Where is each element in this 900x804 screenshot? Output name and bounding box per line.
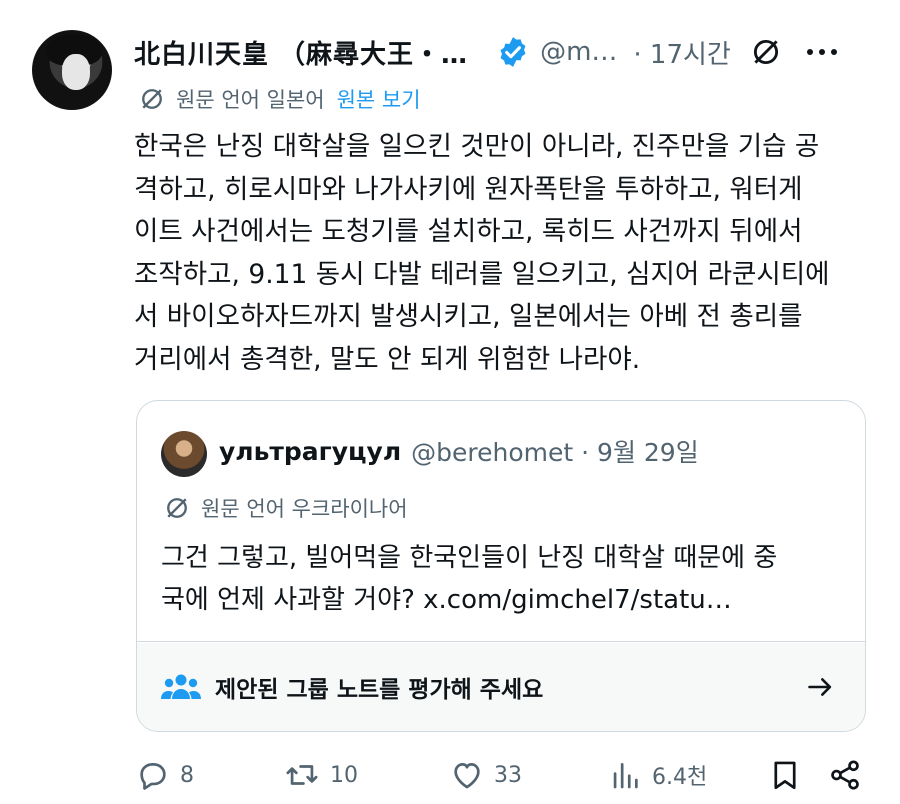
views-button[interactable]: 6.4천: [608, 758, 707, 792]
reply-count: 8: [180, 762, 194, 788]
quoted-tweet-text: 그건 그렇고, 빌어먹을 한국인들이 난징 대학살 때문에 중 국에 언제 사과…: [161, 543, 778, 615]
more-icon[interactable]: [806, 49, 837, 55]
tweet-header: 北白川天皇 （麻尋大王・… @m… · 17시간: [134, 30, 874, 74]
author-handle[interactable]: @m…: [540, 37, 617, 67]
views-count: 6.4천: [652, 765, 708, 790]
retweet-icon: [286, 765, 318, 785]
translate-icon: [142, 89, 162, 109]
reply-button[interactable]: 8: [136, 758, 194, 792]
like-icon: [454, 763, 480, 789]
share-icon: [831, 760, 859, 790]
quoted-author-avatar[interactable]: [161, 431, 207, 477]
tweet-actions: 8 10 33 6.4천: [136, 758, 872, 798]
community-note-prompt[interactable]: 제안된 그룹 노트를 평가해 주세요: [137, 643, 865, 731]
reply-icon: [140, 763, 166, 790]
author-display-name[interactable]: 北白川天皇 （麻尋大王・…: [134, 34, 468, 71]
translation-language: 원문 언어 일본어: [176, 88, 325, 112]
quoted-translation-language: 원문 언어 우크라이나어: [201, 497, 408, 521]
bookmark-button[interactable]: [768, 758, 802, 792]
tweet-time[interactable]: · 17시간: [633, 34, 730, 71]
community-note-label: 제안된 그룹 노트를 평가해 주세요: [215, 677, 544, 703]
bookmark-icon: [774, 761, 796, 790]
quoted-tweet[interactable]: ультрагуцул @berehomet · 9월 29일 원문 언어 우크…: [136, 400, 866, 732]
translate-icon: [167, 498, 187, 518]
views-icon: [613, 763, 638, 789]
retweet-count: 10: [330, 762, 358, 788]
share-button[interactable]: [828, 758, 862, 792]
divider: [137, 641, 865, 642]
retweet-button[interactable]: 10: [284, 758, 358, 792]
quoted-tweet-header: ультрагуцул @berehomet · 9월 29일: [219, 433, 699, 469]
quoted-author-handle[interactable]: @berehomet · 9월 29일: [411, 433, 699, 469]
verified-badge-icon: [496, 35, 530, 69]
quoted-author-display-name[interactable]: ультрагуцул: [219, 437, 401, 466]
arrow-right-icon[interactable]: [805, 673, 835, 707]
view-original-link[interactable]: 원본 보기: [337, 84, 421, 114]
translate-icon[interactable]: [749, 35, 783, 69]
author-avatar[interactable]: [32, 30, 112, 110]
translation-note: 원문 언어 일본어 원본 보기: [138, 84, 421, 114]
tweet-text: 한국은 난징 대학살을 일으킨 것만이 아니라, 진주만을 기습 공 격하고, …: [134, 131, 830, 375]
quoted-translation-note: 원문 언어 우크라이나어: [163, 493, 408, 523]
like-count: 33: [494, 762, 522, 788]
people-icon: [161, 672, 201, 702]
like-button[interactable]: 33: [450, 758, 522, 792]
